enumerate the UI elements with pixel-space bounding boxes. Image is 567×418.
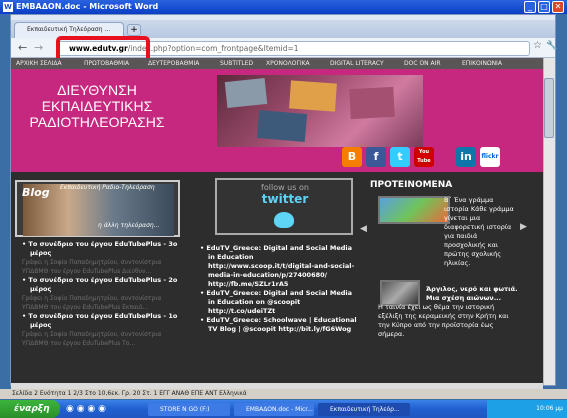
wrench-icon[interactable]: 🔧 <box>546 41 557 51</box>
blogger-icon[interactable]: B <box>342 147 362 167</box>
list-item[interactable]: • EduTV_Greece: Digital and Social Media… <box>200 289 360 316</box>
site-title: ΔΙΕΥΘΥΝΣΗ ΕΚΠΑΙΔΕΥΤΙΚΗΣ ΡΑΔΙΟΤΗΛΕΟΡΑΣΗΣ <box>11 82 183 130</box>
carousel-prev-icon[interactable]: ◀ <box>360 224 367 234</box>
blog-word: Blog <box>22 186 50 199</box>
collage-photo <box>349 86 395 120</box>
word-title-bar: ΕΜΒΑΔΟΝ.doc - Microsoft Word <box>0 0 567 14</box>
taskbar-item-store[interactable]: STORE N GO (F:) <box>148 403 230 416</box>
site-title-line3: ΡΑΔΙΟΤΗΛΕΟΡΑΣΗΣ <box>29 114 165 130</box>
start-label: έναρξη <box>14 404 50 414</box>
recommended-heading: ΠΡΟΤΕΙΝΟΜΕΝΑ <box>370 180 453 190</box>
recommended-item1-text: Β΄ Ένα γράμμα ιστορία Κάθε γράμμα γίνετα… <box>444 196 514 267</box>
url-path: /index.php?option=com_frontpage&Itemid=1 <box>127 44 299 53</box>
carousel-next-icon[interactable]: ▶ <box>520 222 527 232</box>
forward-arrow-icon[interactable]: → <box>34 41 43 54</box>
facebook-icon[interactable]: f <box>366 147 386 167</box>
collage-photo <box>256 109 308 143</box>
youtube-icon[interactable]: You Tube <box>414 147 434 167</box>
list-item[interactable]: • Το συνέδριο του έργου EduTubePlus - 2ο… <box>22 276 182 294</box>
follow-text: follow us on <box>261 183 309 192</box>
star-icon[interactable]: ☆ <box>533 40 542 51</box>
word-title-text: ΕΜΒΑΔΟΝ.doc - Microsoft Word <box>16 2 159 11</box>
twitter-logo: twitter <box>261 192 309 206</box>
status-text: Σελίδα 2 Ενότητα 1 2/3 Στο 10,6εκ. Γρ. 2… <box>12 390 247 397</box>
close-button[interactable]: ✕ <box>552 1 564 13</box>
nav-item-chronological[interactable]: ΧΡΟΝΟΛΟΓΙΚΑ <box>266 58 310 69</box>
word-app-icon: W <box>3 2 13 12</box>
collage-photo <box>224 77 268 109</box>
list-item[interactable]: • Το συνέδριο του έργου EduTubePlus - 3ο… <box>22 240 182 258</box>
nav-item-subtitled[interactable]: SUBTITLED <box>220 58 253 69</box>
taskbar-item-word[interactable]: ΕΜΒΑΔΟΝ.doc - Micr... <box>234 403 314 416</box>
start-button[interactable]: έναρξη <box>0 400 60 418</box>
scrollbar-thumb[interactable] <box>544 78 554 138</box>
site-title-line1: ΔΙΕΥΘΥΝΣΗ <box>57 82 137 98</box>
twitter-bird-icon <box>274 212 294 228</box>
recommended-item2[interactable]: Άργιλος, νερό και φωτιά. Μια σχέση αιώνω… <box>378 285 518 339</box>
flickr-icon[interactable]: flickr <box>480 147 500 167</box>
collage-photo <box>289 80 337 112</box>
word-status-bar: Σελίδα 2 Ενότητα 1 2/3 Στο 10,6εκ. Γρ. 2… <box>0 389 567 399</box>
list-item-excerpt: Γράφει η Σοφία Παπαδημητρίου, συντονίστρ… <box>22 295 162 311</box>
nav-item-doc-on-air[interactable]: DOC ON AIR <box>404 58 441 69</box>
taskbar-item-browser[interactable]: Εκπαιδευτική Τηλεόρ... <box>318 403 410 416</box>
site-title-line2: ΕΚΠΑΙΔΕΥΤΙΚΗΣ <box>41 98 153 114</box>
list-item[interactable]: • EduTV_Greece: Digital and Social Media… <box>200 244 360 289</box>
maximize-button[interactable]: □ <box>538 1 550 13</box>
tab-label: Εκπαιδευτική Τηλεόραση ... <box>27 26 111 33</box>
list-item[interactable]: • EduTV_Greece: Schoolwave | Educational… <box>200 316 360 334</box>
blog-caption: Εκπαιδευτική Ραδιο-Τηλεόραση <box>60 184 155 191</box>
quick-launch-icons[interactable]: ◉ ◉ ◉ ◉ <box>66 404 106 414</box>
list-item[interactable]: • Το συνέδριο του έργου EduTubePlus - 1ο… <box>22 312 182 330</box>
nav-item-primary[interactable]: ΠΡΩΤΟΒΑΘΜΙΑ <box>84 58 129 69</box>
twitter-icon[interactable]: t <box>390 147 410 167</box>
recommended-item1[interactable]: Β΄ Ένα γράμμα ιστορία Κάθε γράμμα γίνετα… <box>378 196 518 268</box>
recommended-item2-text: Η ταινία έχει ως θέμα την ιστορική εξέλι… <box>378 303 509 338</box>
system-tray: 10:06 μμ <box>487 400 567 418</box>
recommended-item2-title: Άργιλος, νερό και φωτιά. Μια σχέση αιώνω… <box>426 285 518 302</box>
nav-item-contact[interactable]: ΕΠΙΚΟΙΝΩΝΙΑ <box>462 58 502 69</box>
new-tab-button[interactable]: + <box>127 24 141 36</box>
list-item-excerpt: Γράφει η Σοφία Παπαδημητρίου, συντονίστρ… <box>22 259 162 275</box>
blog-subcaption: η άλλη τηλεόραση... <box>98 222 160 229</box>
back-arrow-icon[interactable]: ← <box>18 41 27 54</box>
clock: 10:06 μμ <box>536 405 563 412</box>
tweet-list: • EduTV_Greece: Digital and Social Media… <box>200 244 360 334</box>
nav-item-home[interactable]: ΑΡΧΙΚΗ ΣΕΛΙΔΑ <box>16 58 62 69</box>
minimize-button[interactable]: _ <box>524 1 536 13</box>
blog-list: • Το συνέδριο του έργου EduTubePlus - 3ο… <box>22 240 182 348</box>
nav-item-secondary[interactable]: ΔΕΥΤΕΡΟΒΑΘΜΙΑ <box>148 58 199 69</box>
nav-item-digital-literacy[interactable]: DIGITAL LITERACY <box>330 58 384 69</box>
linkedin-icon[interactable]: in <box>456 147 476 167</box>
list-item-excerpt: Γράφει η Σοφία Παπαδημητρίου, συντονίστρ… <box>22 331 162 347</box>
